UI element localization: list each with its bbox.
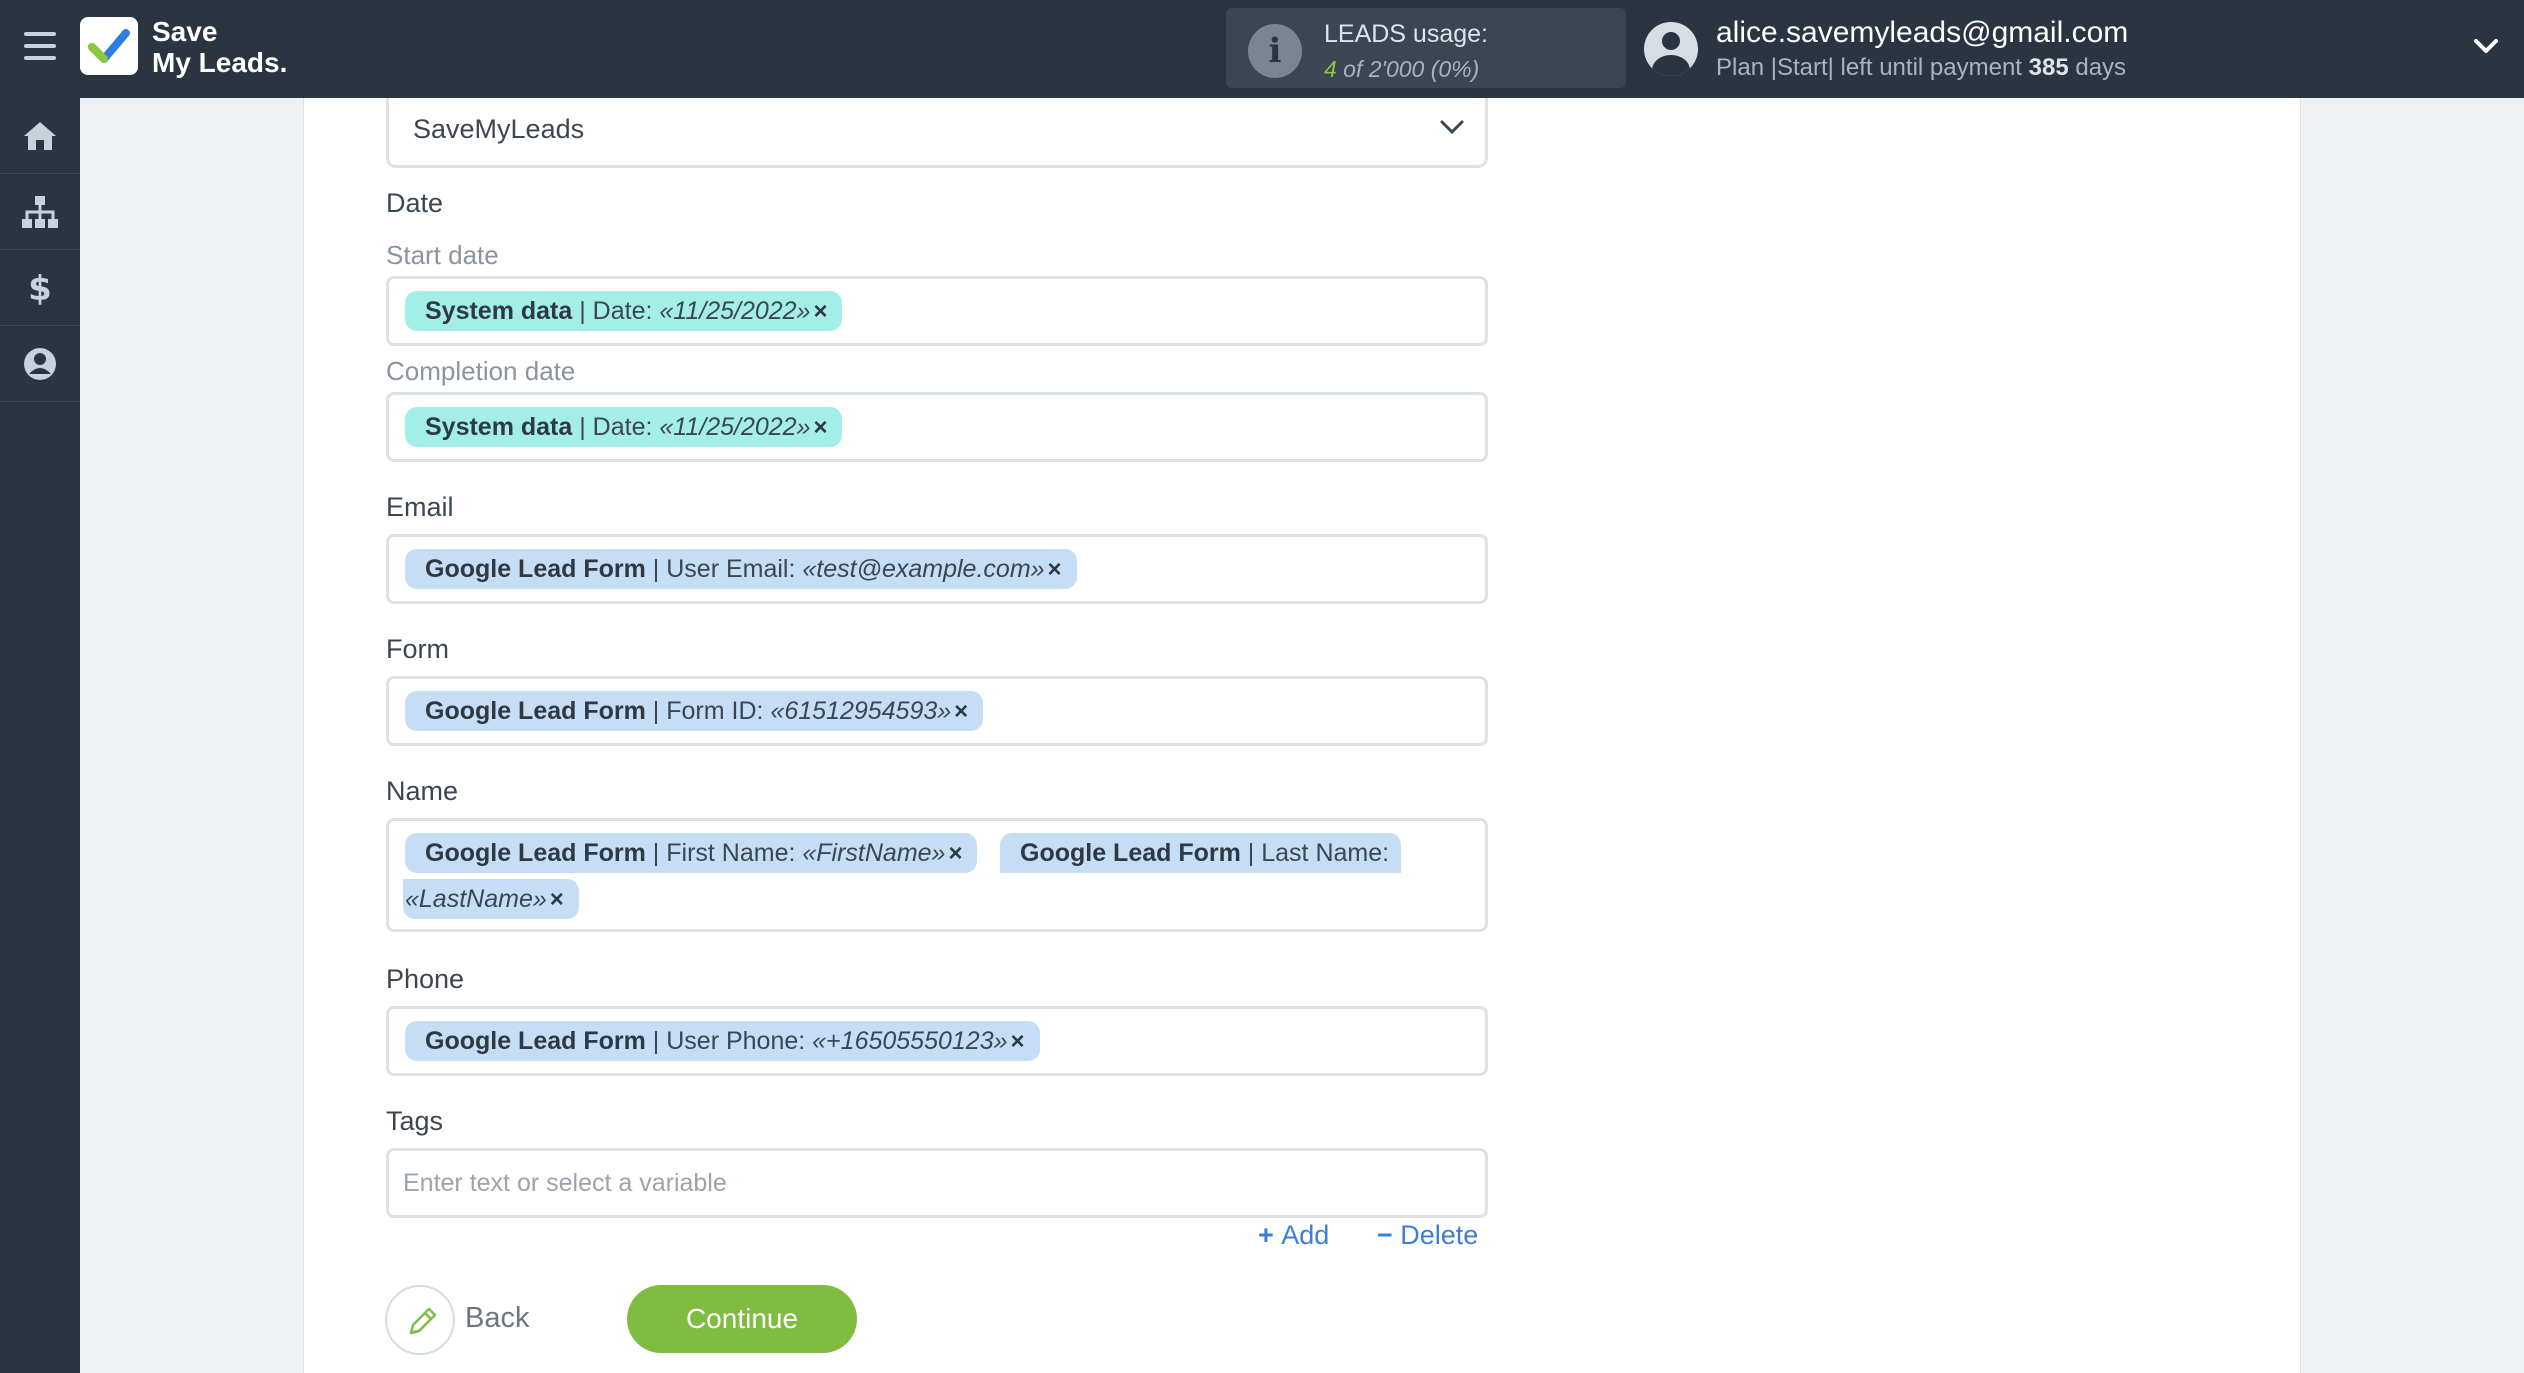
sidebar-item-profile[interactable] bbox=[0, 326, 80, 402]
start-date-label: Start date bbox=[386, 240, 499, 270]
usage-used: 4 bbox=[1324, 56, 1337, 82]
form-label: Form bbox=[386, 634, 449, 664]
start-date-field[interactable]: System data | Date: «11/25/2022» × bbox=[386, 276, 1488, 346]
name-label: Name bbox=[386, 776, 459, 806]
account-select-value: SaveMyLeads bbox=[413, 114, 585, 144]
hamburger-icon[interactable] bbox=[24, 32, 56, 62]
back-label[interactable]: Back bbox=[465, 1302, 529, 1335]
variable-chip[interactable]: Google Lead Form | Last Name: bbox=[1000, 833, 1402, 873]
dollar-icon: $ bbox=[28, 269, 52, 308]
chip-field: | Date: bbox=[572, 413, 660, 441]
tags-label: Tags bbox=[386, 1106, 444, 1136]
account-select[interactable]: SaveMyLeads bbox=[386, 98, 1488, 168]
chip-field: | User Email: bbox=[645, 555, 803, 583]
completion-date-field[interactable]: System data | Date: «11/25/2022» × bbox=[386, 392, 1488, 462]
usage-value: 4 of 2'000 (0%) bbox=[1324, 56, 1479, 83]
usage-total: of 2'000 (0%) bbox=[1336, 56, 1480, 82]
chip-value: «+16505550123» bbox=[812, 1027, 1008, 1055]
leads-usage-panel: i LEADS usage: 4 of 2'000 (0%) bbox=[1226, 8, 1626, 88]
logo-text[interactable]: Save My Leads. bbox=[152, 16, 287, 78]
chip-value: «11/25/2022» bbox=[659, 297, 811, 325]
tags-placeholder: Enter text or select a variable bbox=[403, 1169, 727, 1197]
days-suffix: days bbox=[2068, 54, 2127, 81]
logo-line-2: My Leads. bbox=[152, 47, 288, 78]
form-id-field[interactable]: Google Lead Form | Form ID: «61512954593… bbox=[386, 676, 1488, 746]
date-label: Date bbox=[386, 188, 444, 218]
sidebar-item-connections[interactable] bbox=[0, 174, 80, 250]
logo-line-1: Save bbox=[152, 16, 218, 47]
home-icon bbox=[24, 122, 56, 150]
tags-input[interactable]: Enter text or select a variable bbox=[386, 1148, 1488, 1218]
main-panel: SaveMyLeads Date Start date System data … bbox=[303, 98, 2301, 1373]
back-button[interactable] bbox=[385, 1285, 455, 1355]
sidebar-item-billing[interactable]: $ bbox=[0, 250, 80, 326]
logo-icon[interactable] bbox=[80, 17, 138, 75]
chip-field: | User Phone: bbox=[645, 1027, 813, 1055]
variable-chip[interactable]: Google Lead Form | User Email: «test@exa… bbox=[405, 549, 1077, 589]
top-bar: Save My Leads. i LEADS usage: 4 of 2'000… bbox=[0, 0, 2524, 98]
chip-value: «test@example.com» bbox=[802, 555, 1045, 583]
close-icon[interactable]: × bbox=[945, 834, 965, 874]
chip-source: System data bbox=[425, 297, 573, 325]
chip-field: | Form ID: bbox=[645, 697, 771, 725]
chip-source: Google Lead Form bbox=[425, 1027, 646, 1055]
chevron-down-icon bbox=[1440, 120, 1464, 135]
variable-chip[interactable]: System data | Date: «11/25/2022» × bbox=[405, 291, 843, 332]
chip-source: System data bbox=[425, 413, 573, 441]
chip-value: «11/25/2022» bbox=[659, 413, 811, 441]
chip-value: «61512954593» bbox=[770, 697, 952, 725]
user-email: alice.savemyleads@gmail.com bbox=[1716, 16, 2129, 49]
chip-field: | Last Name: bbox=[1240, 839, 1390, 867]
chip-field: | Date: bbox=[572, 297, 660, 325]
close-icon[interactable]: × bbox=[1045, 550, 1065, 590]
delete-button[interactable]: − Delete bbox=[1377, 1220, 1478, 1251]
phone-label: Phone bbox=[386, 964, 465, 994]
email-label: Email bbox=[386, 492, 454, 522]
plus-icon: + bbox=[1258, 1220, 1282, 1250]
completion-date-label: Completion date bbox=[386, 356, 576, 386]
chip-source: Google Lead Form bbox=[425, 697, 646, 725]
add-label: Add bbox=[1281, 1220, 1330, 1250]
chip-source: Google Lead Form bbox=[1020, 839, 1241, 867]
email-field[interactable]: Google Lead Form | User Email: «test@exa… bbox=[386, 534, 1488, 604]
avatar[interactable] bbox=[1644, 22, 1698, 76]
chip-field: | First Name: bbox=[645, 839, 803, 867]
close-icon[interactable]: × bbox=[951, 692, 971, 732]
chip-source: Google Lead Form bbox=[425, 839, 646, 867]
days-left: 385 bbox=[2028, 54, 2069, 81]
variable-chip-continued[interactable]: «LastName» × bbox=[403, 879, 579, 919]
delete-label: Delete bbox=[1400, 1220, 1479, 1250]
close-icon[interactable]: × bbox=[1008, 1022, 1028, 1062]
chip-value: «LastName» bbox=[405, 885, 547, 913]
user-circle-icon bbox=[24, 348, 56, 380]
chip-value: «FirstName» bbox=[802, 839, 946, 867]
chip-source: Google Lead Form bbox=[425, 555, 646, 583]
name-field[interactable]: Google Lead Form | First Name: «FirstNam… bbox=[386, 818, 1488, 932]
info-icon: i bbox=[1248, 24, 1302, 78]
variable-chip[interactable]: Google Lead Form | First Name: «FirstNam… bbox=[405, 833, 978, 874]
sitemap-icon bbox=[22, 196, 58, 228]
minus-icon: − bbox=[1377, 1220, 1401, 1250]
close-icon[interactable]: × bbox=[810, 292, 830, 332]
phone-field[interactable]: Google Lead Form | User Phone: «+1650555… bbox=[386, 1006, 1488, 1076]
variable-chip[interactable]: System data | Date: «11/25/2022» × bbox=[405, 407, 843, 448]
add-button[interactable]: + Add bbox=[1258, 1220, 1329, 1251]
sidebar-item-home[interactable] bbox=[0, 98, 80, 174]
svg-text:$: $ bbox=[28, 269, 52, 308]
variable-chip[interactable]: Google Lead Form | User Phone: «+1650555… bbox=[405, 1021, 1040, 1061]
sidebar: $ bbox=[0, 98, 80, 1373]
plan-text: Plan |Start| left until payment bbox=[1716, 54, 2029, 81]
close-icon[interactable]: × bbox=[547, 880, 567, 920]
user-plan: Plan |Start| left until payment 385 days bbox=[1716, 54, 2126, 82]
usage-label: LEADS usage: bbox=[1324, 20, 1488, 48]
pencil-icon bbox=[409, 1307, 437, 1335]
variable-chip[interactable]: Google Lead Form | Form ID: «61512954593… bbox=[405, 691, 984, 732]
continue-button[interactable]: Continue bbox=[627, 1285, 857, 1353]
chevron-down-icon[interactable] bbox=[2472, 36, 2500, 56]
close-icon[interactable]: × bbox=[810, 408, 830, 448]
